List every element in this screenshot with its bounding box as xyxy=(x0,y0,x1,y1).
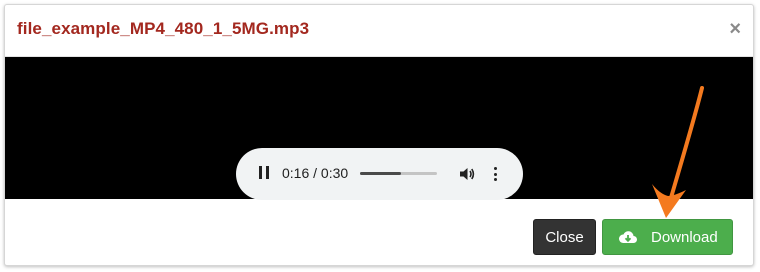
download-button[interactable]: Download xyxy=(602,219,733,255)
modal-footer: Close Download xyxy=(5,199,753,265)
progress-bar[interactable] xyxy=(360,172,437,175)
close-button[interactable]: Close xyxy=(533,219,596,255)
volume-icon[interactable] xyxy=(458,165,476,183)
audio-player: 0:16 / 0:30 xyxy=(236,148,523,200)
download-button-label: Download xyxy=(651,229,718,246)
pause-icon[interactable] xyxy=(258,166,270,180)
modal-header: file_example_MP4_480_1_5MG.mp3 × xyxy=(5,5,753,57)
close-button-label: Close xyxy=(545,229,584,246)
progress-fill xyxy=(360,172,401,175)
close-x-icon[interactable]: × xyxy=(729,19,741,39)
media-area: 0:16 / 0:30 xyxy=(5,57,753,200)
cloud-download-icon xyxy=(618,229,638,245)
media-preview-modal: file_example_MP4_480_1_5MG.mp3 × 0:16 / … xyxy=(4,4,754,266)
more-options-icon[interactable] xyxy=(493,165,499,183)
modal-title: file_example_MP4_480_1_5MG.mp3 xyxy=(17,19,310,38)
time-display: 0:16 / 0:30 xyxy=(282,165,349,181)
